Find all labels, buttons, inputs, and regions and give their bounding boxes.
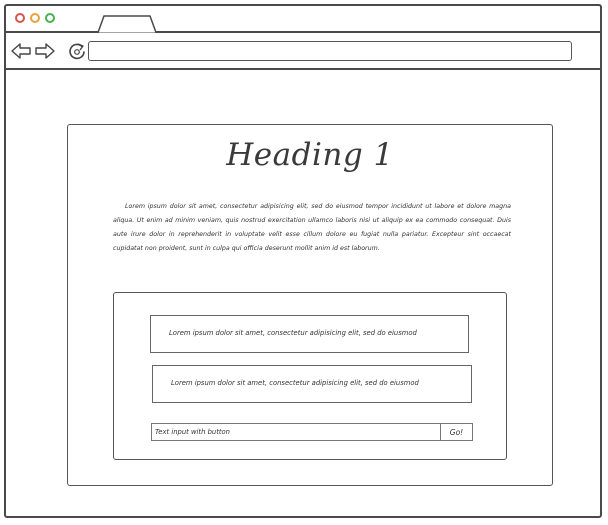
maximize-window-button[interactable] xyxy=(45,13,55,23)
inner-panel: Lorem ipsum dolor sit amet, consectetur … xyxy=(113,292,507,460)
content-card: Heading 1 Lorem ipsum dolor sit amet, co… xyxy=(67,124,553,486)
text-input-with-button: Go! xyxy=(151,423,473,441)
back-arrow-icon[interactable] xyxy=(11,43,31,59)
text-box-2: Lorem ipsum dolor sit amet, consectetur … xyxy=(152,365,472,403)
reload-icon[interactable] xyxy=(68,42,86,60)
browser-window: Heading 1 Lorem ipsum dolor sit amet, co… xyxy=(4,4,602,518)
text-box-1: Lorem ipsum dolor sit amet, consectetur … xyxy=(150,315,469,353)
minimize-window-button[interactable] xyxy=(30,13,40,23)
browser-tab[interactable] xyxy=(98,15,156,33)
close-window-button[interactable] xyxy=(15,13,25,23)
page-heading: Heading 1 xyxy=(226,137,394,173)
browser-toolbar xyxy=(6,33,600,70)
forward-arrow-icon[interactable] xyxy=(35,43,55,59)
title-bar xyxy=(6,6,600,33)
go-button[interactable]: Go! xyxy=(440,423,473,441)
text-input[interactable] xyxy=(151,423,441,441)
address-bar[interactable] xyxy=(88,41,572,61)
body-paragraph: Lorem ipsum dolor sit amet, consectetur … xyxy=(113,203,511,252)
